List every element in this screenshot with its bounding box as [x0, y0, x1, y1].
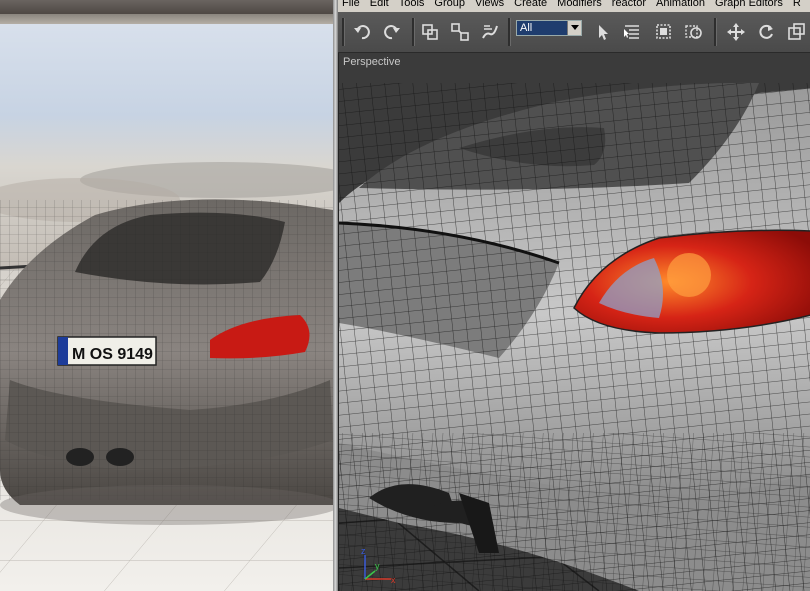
license-plate-text: M OS 9149 — [72, 346, 153, 363]
menu-tools[interactable]: Tools — [399, 0, 425, 9]
render-window-titlebar — [0, 0, 333, 14]
render-window-toolbar — [0, 14, 333, 24]
rendered-car-image: M OS 9149 — [0, 24, 333, 591]
main-toolbar: All — [338, 12, 810, 53]
menu-file[interactable]: File — [342, 0, 360, 9]
menu-views[interactable]: Views — [475, 0, 504, 9]
3d-editor-window: File Edit Tools Group Views Create Modifiers re… — [338, 0, 810, 591]
axis-tripod-icon: z x y — [361, 547, 396, 585]
menu-reactor[interactable]: reactor — [612, 0, 646, 9]
menu-bar: File Edit Tools Group Views Create Modifiers re… — [338, 0, 810, 12]
rectangular-selection-region-icon[interactable] — [652, 20, 676, 44]
selection-filter-value: All — [520, 22, 533, 34]
chevron-down-icon[interactable] — [567, 21, 581, 35]
select-and-move-icon[interactable] — [724, 20, 748, 44]
select-object-icon[interactable] — [590, 20, 614, 44]
selection-filter-dropdown[interactable]: All — [516, 20, 582, 36]
redo-icon[interactable] — [380, 20, 404, 44]
toolbar-separator — [508, 18, 511, 46]
menu-modifiers[interactable]: Modifiers — [557, 0, 602, 9]
wireframe-car-model — [339, 82, 810, 591]
menu-group[interactable]: Group — [434, 0, 465, 9]
menu-rendering[interactable]: R — [793, 0, 801, 9]
perspective-viewport[interactable]: Perspective z x y — [338, 53, 810, 591]
select-and-link-icon[interactable] — [418, 20, 442, 44]
toolbar-separator — [412, 18, 415, 46]
select-and-scale-icon[interactable] — [784, 20, 808, 44]
window-crossing-icon[interactable] — [682, 20, 706, 44]
menu-create[interactable]: Create — [514, 0, 547, 9]
viewport-label[interactable]: Perspective — [343, 56, 400, 68]
toolbar-grip[interactable] — [342, 18, 345, 46]
unlink-selection-icon[interactable] — [448, 20, 472, 44]
menu-animation[interactable]: Animation — [656, 0, 705, 9]
select-by-name-icon[interactable] — [620, 20, 644, 44]
axis-label-x: x — [391, 575, 396, 585]
menu-edit[interactable]: Edit — [370, 0, 389, 9]
render-preview-panel: M OS 9149 — [0, 0, 333, 591]
toolbar-separator — [714, 18, 717, 46]
axis-label-y: y — [375, 561, 380, 571]
axis-label-z: z — [361, 547, 366, 556]
undo-icon[interactable] — [350, 20, 374, 44]
select-and-rotate-icon[interactable] — [754, 20, 778, 44]
menu-graph-editors[interactable]: Graph Editors — [715, 0, 783, 9]
bind-to-space-warp-icon[interactable] — [478, 20, 502, 44]
